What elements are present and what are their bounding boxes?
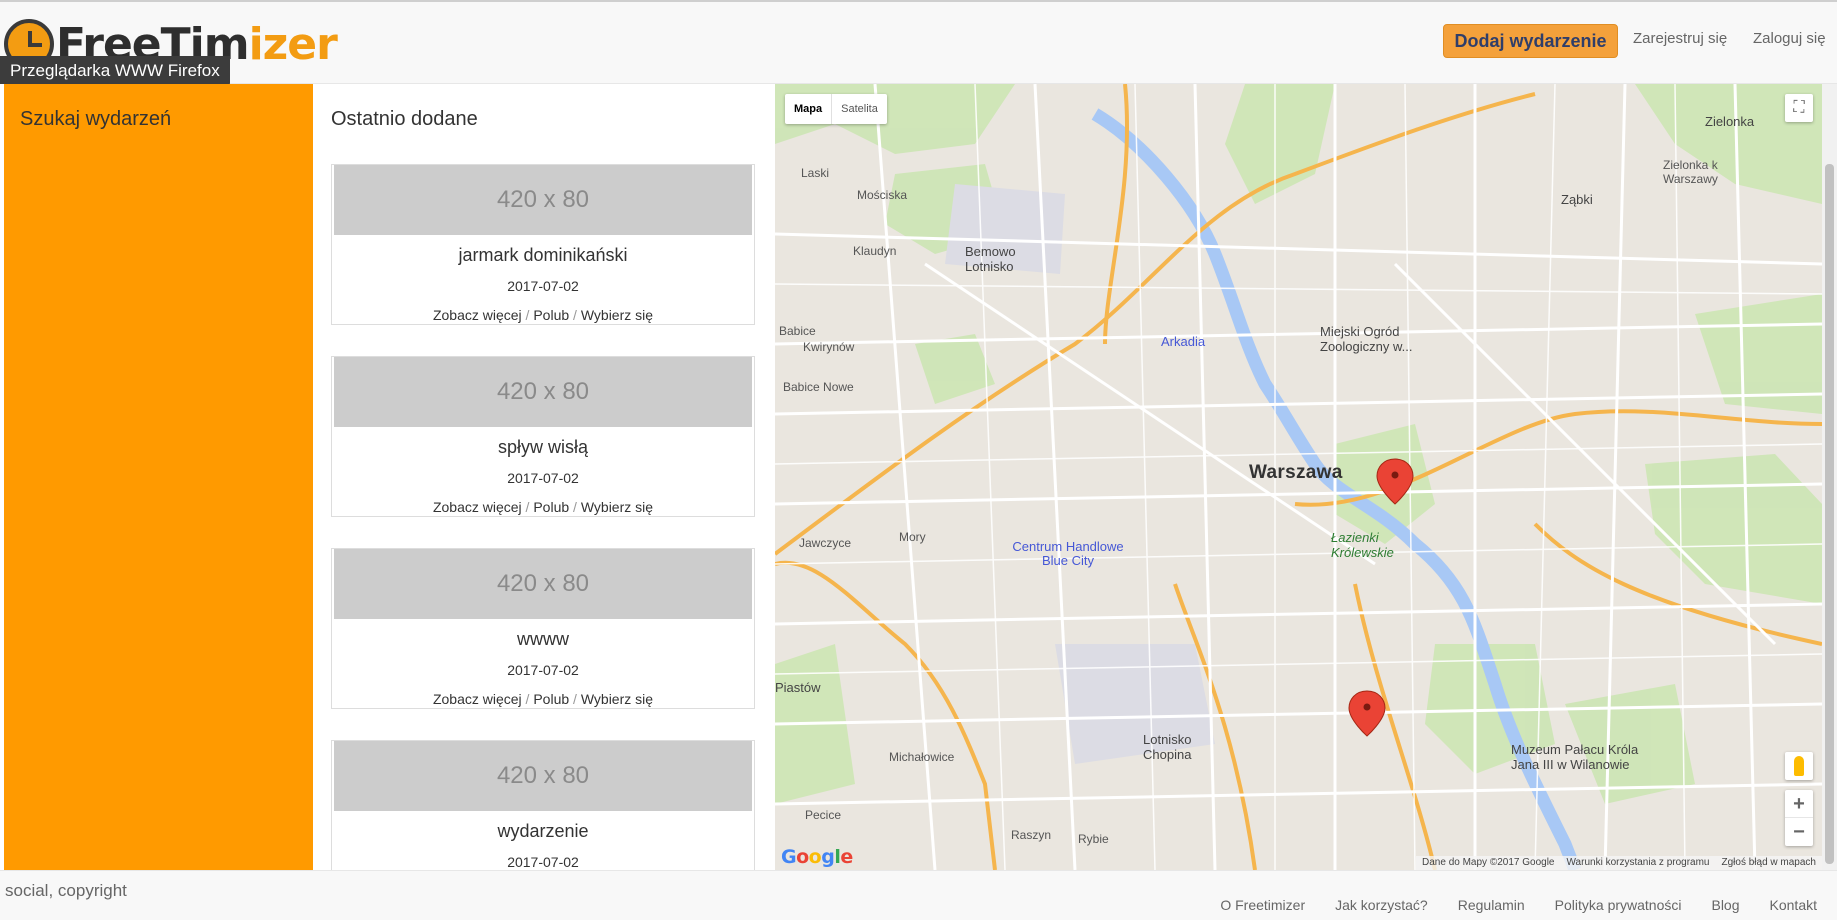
event-image-placeholder: 420 x 80 [334,741,752,811]
footer-link-blog[interactable]: Blog [1711,897,1739,913]
separator: / [573,691,577,707]
map-report-link[interactable]: Zgłoś błąd w mapach [1722,856,1817,870]
map-label-piastow: Piastów [775,680,821,695]
zoom-out-button[interactable]: − [1785,818,1813,846]
search-sidebar: Szukaj wydarzeń [4,84,313,870]
map-data-credit: Dane do Mapy ©2017 Google [1422,857,1555,868]
event-date: 2017-07-02 [507,278,579,294]
map-label-warszawa: Warszawa [1249,462,1343,483]
map-label-zielonka: Zielonka [1705,114,1755,129]
footer-links: O Freetimizer Jak korzystać? Regulamin P… [1220,897,1817,913]
map-label-pecice: Pecice [805,808,842,822]
map-label-rybie: Rybie [1078,832,1109,846]
like-link[interactable]: Polub [533,499,569,515]
event-title[interactable]: wwww [332,629,754,650]
join-link[interactable]: Wybierz się [581,307,653,323]
event-card: 420 x 80 jarmark dominikański 2017-07-02… [331,164,755,325]
zoom-in-button[interactable]: + [1785,790,1813,818]
join-link[interactable]: Wybierz się [581,499,653,515]
map-terms-link[interactable]: Warunki korzystania z programu [1566,856,1709,870]
map-label-babice-nowe: Babice Nowe [783,380,854,394]
event-actions: Zobacz więcej / Polub / Wybierz się [332,307,754,324]
event-image-placeholder: 420 x 80 [334,357,752,427]
map-attribution: Dane do Mapy ©2017 Google Warunki korzys… [1416,856,1822,870]
separator: / [525,691,530,707]
map-label-michalowice: Michałowice [889,750,955,764]
separator: / [525,307,530,323]
register-link[interactable]: Zarejestruj się [1633,30,1727,47]
footer-link-howto[interactable]: Jak korzystać? [1335,897,1428,913]
map-label-laski: Laski [801,166,830,180]
event-date: 2017-07-02 [507,854,579,870]
footer-link-terms[interactable]: Regulamin [1458,897,1525,913]
map-label-bemowo: Bemowo Lotnisko [965,244,1016,274]
map-label-zoo: Miejski Ogród Zoologiczny w... [1320,324,1413,354]
see-more-link[interactable]: Zobacz więcej [433,307,522,323]
search-events-heading: Szukaj wydarzeń [20,108,172,130]
map-label-mory: Mory [899,530,926,544]
like-link[interactable]: Polub [533,307,569,323]
top-navbar: FreeTimizer Przeglądarka WWW Firefox Dod… [0,0,1837,87]
zoom-control: + − [1785,790,1813,846]
footer-link-contact[interactable]: Kontakt [1770,897,1817,913]
separator: / [525,499,530,515]
event-actions: Zobacz więcej / Polub / Wybierz się [332,499,754,516]
fullscreen-icon[interactable]: ⛶ [1785,94,1813,122]
event-date: 2017-07-02 [507,470,579,486]
events-map[interactable]: Warszawa Arkadia Miejski Ogród Zoologicz… [775,84,1822,870]
logo-text-accent: izer [248,18,338,70]
map-label-klaudyn: Klaudyn [853,244,897,258]
map-label-chopin: Lotnisko Chopina [1143,732,1192,762]
street-view-pegman-icon[interactable] [1785,752,1813,780]
join-link[interactable]: Wybierz się [581,691,653,707]
pegman-figure [1794,756,1804,776]
google-logo: Google [781,846,853,868]
event-image-placeholder: 420 x 80 [334,165,752,235]
map-label-babice: Babice [779,324,816,338]
map-label-kwirynow: Kwirynów [803,340,855,354]
add-event-button[interactable]: Dodaj wydarzenie [1443,24,1618,58]
event-title[interactable]: jarmark dominikański [332,245,754,266]
map-label-mosciska: Mościska [857,188,908,202]
footer: social, copyright O Freetimizer Jak korz… [0,870,1837,920]
see-more-link[interactable]: Zobacz więcej [433,691,522,707]
event-actions: Zobacz więcej / Polub / Wybierz się [332,691,754,708]
event-card: 420 x 80 wydarzenie 2017-07-02 Zobacz wi… [331,740,755,870]
recent-events-panel: Ostatnio dodane 420 x 80 jarmark dominik… [313,84,775,870]
page-scrollbar[interactable] [1822,84,1837,870]
map-label-wilanow: Muzeum Pałacu Króla Jana III w Wilanowie [1511,742,1639,772]
separator: / [573,307,577,323]
map-type-control: Mapa Satelita [785,94,887,124]
map-label-lazienki: Łazienki Królewskie [1331,530,1394,560]
map-label-zielonka-k: Zielonka k Warszawy [1663,158,1718,186]
map-label-raszyn: Raszyn [1011,828,1052,842]
footer-link-about[interactable]: O Freetimizer [1220,897,1305,913]
recent-events-heading: Ostatnio dodane [331,108,478,130]
footer-link-privacy[interactable]: Polityka prywatności [1555,897,1682,913]
like-link[interactable]: Polub [533,691,569,707]
event-title[interactable]: spływ wisłą [332,437,754,458]
event-title[interactable]: wydarzenie [332,821,754,842]
map-label-blue-city: Centrum Handlowe Blue City [1012,539,1124,568]
login-link[interactable]: Zaloguj się [1753,30,1826,47]
event-image-placeholder: 420 x 80 [334,549,752,619]
footer-social-copyright: social, copyright [5,881,127,900]
map-type-map[interactable]: Mapa [785,94,831,124]
browser-tooltip: Przeglądarka WWW Firefox [0,56,230,87]
event-card: 420 x 80 wwww 2017-07-02 Zobacz więcej /… [331,548,755,709]
map-type-satellite[interactable]: Satelita [831,94,887,124]
see-more-link[interactable]: Zobacz więcej [433,499,522,515]
scrollbar-thumb[interactable] [1825,164,1834,864]
event-card: 420 x 80 spływ wisłą 2017-07-02 Zobacz w… [331,356,755,517]
map-label-zabki: Ząbki [1561,192,1593,207]
map-label-jawczyce: Jawczyce [799,536,852,550]
map-label-arkadia: Arkadia [1161,334,1206,349]
separator: / [573,499,577,515]
event-date: 2017-07-02 [507,662,579,678]
